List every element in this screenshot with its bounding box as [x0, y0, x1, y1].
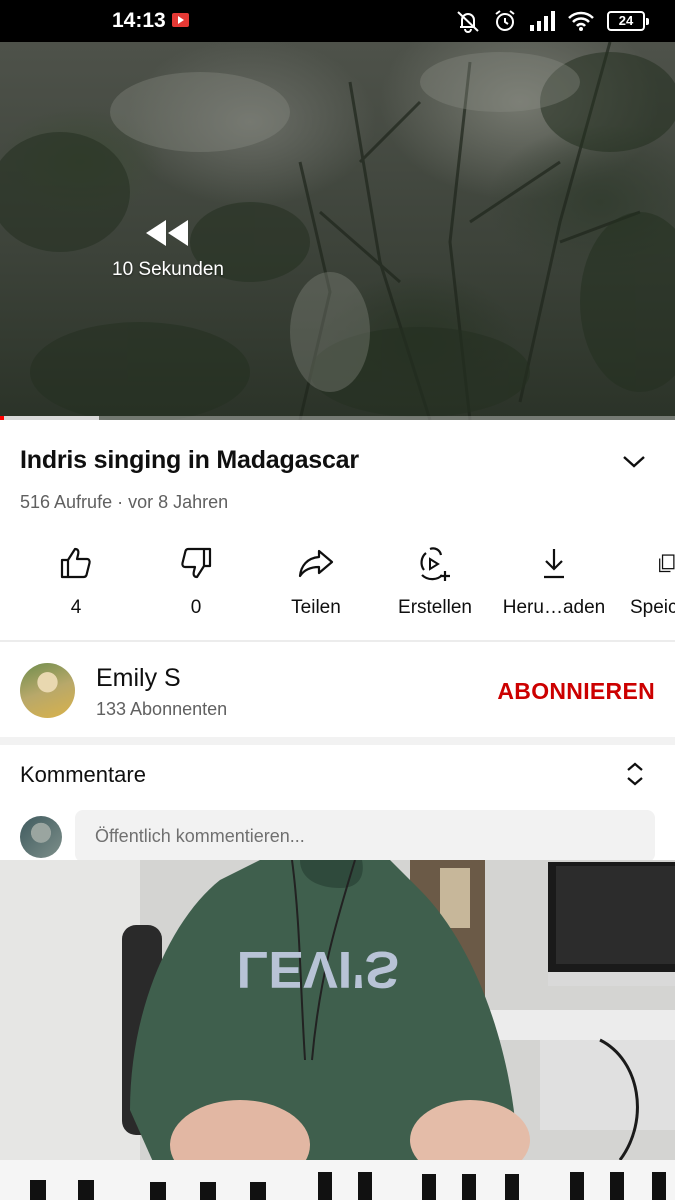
- like-count: 4: [70, 597, 82, 618]
- video-player[interactable]: 10 Sekunden: [0, 42, 675, 420]
- download-button[interactable]: Heru…aden: [494, 545, 614, 619]
- video-meta: 516 Aufrufe · vor 8 Jahren: [20, 492, 229, 512]
- comment-input[interactable]: [75, 810, 655, 862]
- remix-icon: [420, 547, 450, 581]
- video-frame-forest: [0, 42, 675, 420]
- like-button[interactable]: 4: [16, 545, 136, 619]
- rewind-icon: [146, 220, 188, 246]
- battery-icon: 24: [607, 11, 649, 31]
- rewind-indicator[interactable]: 10 Sekunden: [108, 218, 228, 281]
- download-label: Heru…aden: [502, 597, 606, 618]
- share-button[interactable]: Teilen: [256, 545, 376, 619]
- video-progress-bar[interactable]: [0, 416, 675, 420]
- video-title[interactable]: Indris singing in Madagascar: [20, 446, 359, 475]
- subscriber-count: 133 Abonnenten: [96, 699, 228, 719]
- save-playlist-icon: [659, 554, 675, 573]
- webcam-scene: LEVI'S: [0, 860, 675, 1200]
- video-progress-start: [0, 416, 4, 420]
- channel-avatar[interactable]: [20, 663, 75, 718]
- subscribe-button[interactable]: ABONNIEREN: [497, 678, 655, 705]
- user-avatar: [20, 816, 62, 858]
- status-bar: 14:13 24: [0, 0, 675, 42]
- chevron-down-icon[interactable]: [620, 450, 648, 472]
- webcam-overlay: LEVI'S: [0, 860, 675, 1200]
- signal-icon: [530, 11, 555, 31]
- create-button[interactable]: Erstellen: [375, 545, 495, 619]
- alarm-icon: [495, 10, 515, 31]
- shirt-logo: LEVI'S: [237, 940, 400, 998]
- channel-name[interactable]: Emily S: [96, 664, 181, 693]
- action-row: 4 0 Teilen Erstellen Heru…aden Speic: [0, 545, 675, 625]
- share-label: Teilen: [291, 597, 341, 618]
- thumbs-up-icon: [60, 547, 91, 579]
- section-divider: [0, 737, 675, 745]
- download-icon: [544, 549, 564, 579]
- status-time: 14:13: [112, 9, 166, 32]
- video-progress-fill: [0, 416, 100, 420]
- status-icons: 24: [455, 8, 649, 34]
- wifi-icon: [568, 11, 594, 31]
- thumbs-down-icon: [181, 547, 212, 579]
- expand-collapse-icon[interactable]: [622, 760, 648, 788]
- dislike-count: 0: [190, 597, 202, 618]
- seek-label: 10 Sekunden: [112, 259, 224, 280]
- save-label: Speic: [630, 597, 675, 618]
- comments-heading[interactable]: Kommentare: [20, 762, 146, 788]
- divider: [0, 640, 675, 642]
- save-button[interactable]: Speic: [612, 545, 675, 619]
- screen-record-icon: [172, 13, 189, 27]
- mute-icon: [457, 11, 479, 33]
- create-label: Erstellen: [398, 597, 472, 618]
- share-icon: [298, 549, 334, 578]
- dislike-button[interactable]: 0: [136, 545, 256, 619]
